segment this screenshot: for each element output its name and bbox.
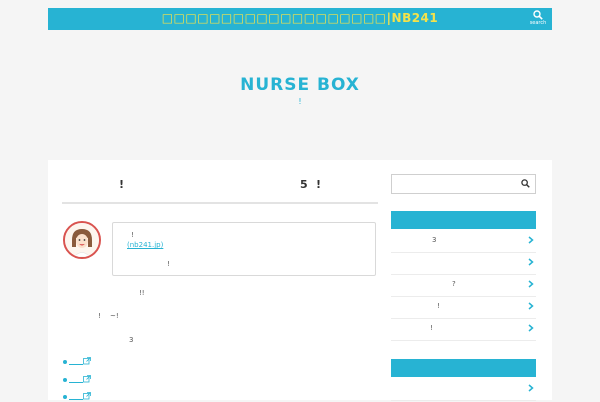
chevron-right-icon [528, 324, 534, 332]
chevron-right-icon [528, 236, 534, 244]
sidebar-item[interactable] [391, 379, 536, 401]
sidebar-item-label: ! [430, 324, 433, 332]
search-icon[interactable] [521, 179, 530, 188]
chevron-right-icon [528, 280, 534, 288]
chevron-right-icon [528, 258, 534, 266]
sidebar-search-box [391, 174, 536, 194]
site-title[interactable]: NURSE BOX [0, 75, 600, 95]
author-profile-box: ! (nb241.jp) ! [112, 222, 376, 276]
search-button[interactable]: search [528, 8, 548, 30]
search-icon [533, 10, 543, 20]
sidebar-item-label: 3 [432, 236, 437, 244]
profile-line: ! [167, 260, 170, 268]
top-bar: □□□□□□□□□□□□□□□□□□□|NB241 search [48, 8, 552, 30]
sidebar-item-label: ? [452, 280, 456, 288]
article-title-mark: ! [119, 178, 125, 191]
search-button-label: search [529, 20, 547, 26]
chevron-right-icon [528, 302, 534, 310]
article-title-mark: 5 [300, 178, 308, 191]
list-item-link[interactable] [69, 364, 83, 365]
external-link-icon [83, 357, 91, 365]
sidebar-item[interactable]: ! [391, 319, 536, 341]
paragraph-text: ! [98, 312, 101, 320]
title-divider [62, 202, 378, 204]
list-item[interactable] [63, 375, 103, 385]
external-link-icon [83, 392, 91, 400]
list-item-link[interactable] [69, 382, 83, 383]
sidebar-item[interactable]: ! [391, 297, 536, 319]
site-tagline: ! [298, 97, 302, 106]
chevron-right-icon [528, 384, 534, 392]
list-item[interactable] [63, 357, 103, 367]
sidebar-item[interactable]: 3 [391, 231, 536, 253]
author-avatar [63, 221, 101, 259]
article-title: ! 5 ! [64, 178, 378, 192]
sidebar-widget-header [391, 359, 536, 377]
sidebar-item-label: ! [437, 302, 440, 310]
profile-link[interactable]: (nb241.jp) [127, 241, 163, 249]
profile-line: ! [131, 231, 134, 239]
sidebar-search-input[interactable] [392, 175, 520, 193]
paragraph-text: 3 [129, 336, 134, 344]
sidebar-widget-header [391, 211, 536, 229]
article-title-mark: ! [316, 178, 322, 191]
nurse-avatar-icon [65, 223, 99, 257]
list-item[interactable] [63, 392, 103, 402]
top-bar-site-label[interactable]: □□□□□□□□□□□□□□□□□□□|NB241 [48, 11, 552, 25]
bullet-icon [63, 360, 67, 364]
external-link-icon [83, 375, 91, 383]
bullet-icon [63, 378, 67, 382]
sidebar-item[interactable]: ? [391, 275, 536, 297]
content-panel: ! 5 ! ! (nb241.jp) ! !! ! ~! 3 3 ? ! ! [48, 160, 552, 402]
sidebar-item[interactable] [391, 253, 536, 275]
paragraph-text: !! [139, 289, 145, 297]
bullet-icon [63, 395, 67, 399]
paragraph-text: ~! [110, 312, 119, 320]
